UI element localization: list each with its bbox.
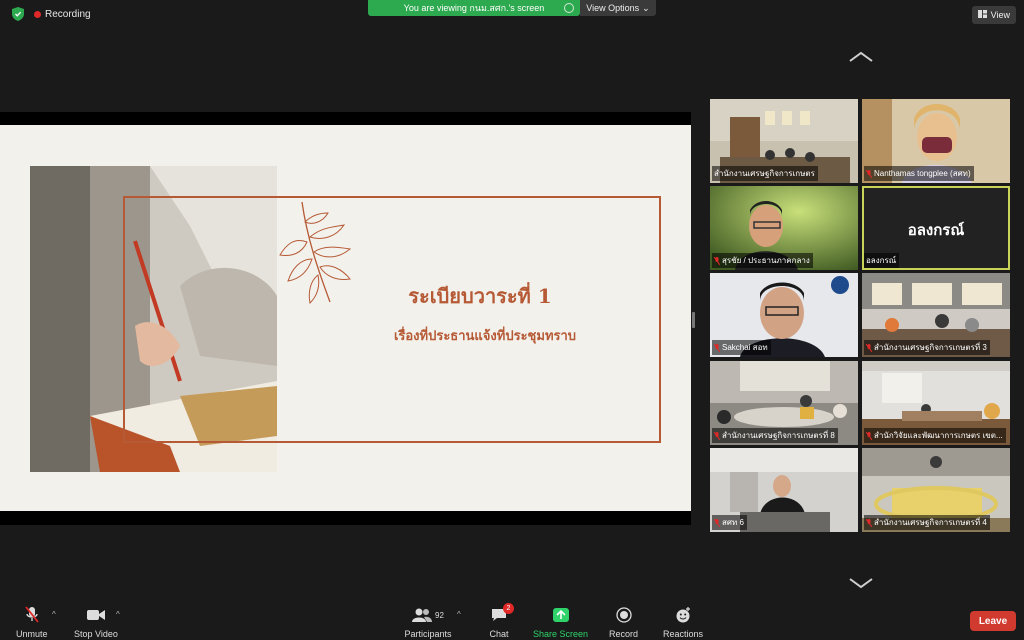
screen-share-status-icon [564,3,574,13]
participant-name-label: อลงกรณ์ [864,253,900,268]
chat-label: Chat [489,629,509,639]
participants-button[interactable]: 92 Participants [404,606,452,639]
reactions-smiley-icon [672,606,694,624]
zoom-meeting-window: Recording You are viewing กนม.สศก.'s scr… [0,0,1024,640]
audio-options-chevron-icon[interactable]: ^ [52,610,56,619]
reactions-label: Reactions [663,629,704,639]
mic-muted-icon [866,518,872,527]
participant-name-label: Sakchai สอท [712,340,771,355]
mic-muted-icon [866,431,872,440]
participants-options-chevron-icon[interactable]: ^ [457,610,461,619]
microphone-muted-icon [21,606,43,624]
grid-view-icon [977,10,987,20]
share-screen-button[interactable]: Share Screen [533,606,588,639]
recording-label: Recording [45,8,91,20]
chevron-down-icon: ⌄ [642,2,650,13]
slide-title: ระเบียบวาระที่ 1 [408,284,552,308]
participant-tile[interactable]: Sakchai สอท [710,273,858,357]
leave-button[interactable]: Leave [970,611,1016,631]
mic-muted-icon [714,343,720,352]
slide-subtitle: เรื่องที่ประธานแจ้งที่ประชุมทราบ [393,329,577,344]
participants-icon: 92 [404,606,452,624]
participant-tile-active-speaker[interactable]: อลงกรณ์ อลงกรณ์ [862,186,1010,270]
gallery-scroll-down-icon[interactable] [848,576,874,590]
participant-name-label: สำนักงานเศรษฐกิจการเกษตรที่ 8 [712,428,838,443]
participant-name-label: สำนักงานเศรษฐกิจการเกษตรที่ 4 [864,515,990,530]
participant-display-name: อลงกรณ์ [907,222,965,239]
participant-tile[interactable]: สศท 6 [710,448,858,532]
mic-muted-icon [714,518,720,527]
chat-bubble-icon: 2 [488,603,514,624]
view-options-label: View Options [586,3,640,13]
mic-muted-icon [866,169,872,178]
view-label: View [990,10,1010,20]
participant-tile[interactable]: สำนักวิจัยและพัฒนาการเกษตร เขต... [862,361,1010,445]
participant-tile[interactable]: สำนักงานเศรษฐกิจการเกษตร [710,99,858,183]
participant-name-label: Nanthamas tongplee (สศท) [864,166,974,181]
video-camera-icon [85,606,107,624]
chat-button[interactable]: 2 Chat [488,603,514,639]
share-screen-icon [550,606,572,624]
participant-tile[interactable]: Nanthamas tongplee (สศท) [862,99,1010,183]
viewing-banner: You are viewing กนม.สศก.'s screen [368,0,580,16]
recording-dot-icon [34,10,41,18]
participant-tile[interactable]: สำนักงานเศรษฐกิจการเกษตรที่ 8 [710,361,858,445]
shared-screen[interactable]: ระเบียบวาระที่ 1 เรื่องที่ประธานแจ้งที่ป… [0,112,691,525]
participant-name-label: สำนักงานเศรษฐกิจการเกษตร [712,166,818,181]
participants-count: 92 [435,610,444,620]
recording-status: Recording [10,6,91,22]
view-button[interactable]: View [971,6,1016,24]
stop-video-button[interactable]: Stop Video [74,606,118,639]
participant-name-label: สำนักงานเศรษฐกิจการเกษตรที่ 3 [864,340,990,355]
splitter-handle[interactable] [692,312,695,328]
record-button[interactable]: Record [609,606,638,639]
leaf-decoration-icon [279,201,352,305]
security-shield-icon[interactable] [10,6,26,22]
mic-muted-icon [714,431,720,440]
participant-tile[interactable]: สำนักงานเศรษฐกิจการเกษตรที่ 4 [862,448,1010,532]
presentation-slide: ระเบียบวาระที่ 1 เรื่องที่ประธานแจ้งที่ป… [0,125,691,511]
reactions-button[interactable]: Reactions [663,606,703,639]
mic-muted-icon [866,343,872,352]
record-label: Record [609,629,639,639]
participant-name-label: สุรชัย / ประธานภาคกลาง [712,253,813,268]
participant-tile[interactable]: สุรชัย / ประธานภาคกลาง [710,186,858,270]
view-options-button[interactable]: View Options ⌄ [580,0,656,16]
unmute-label: Unmute [16,629,48,639]
chat-unread-badge: 2 [503,603,514,614]
stop-video-label: Stop Video [74,629,118,639]
participant-name-label: สศท 6 [712,515,747,530]
unmute-button[interactable]: Unmute [16,606,48,639]
participant-tile[interactable]: สำนักงานเศรษฐกิจการเกษตรที่ 3 [862,273,1010,357]
record-icon [613,606,635,624]
share-screen-label: Share Screen [533,629,589,639]
meeting-toolbar: Unmute ^ Stop Video ^ 92 Participants ^ … [0,602,1024,640]
video-options-chevron-icon[interactable]: ^ [116,610,120,619]
recording-indicator[interactable]: Recording [34,9,91,20]
participants-label: Participants [404,629,452,639]
gallery-scroll-up-icon[interactable] [848,50,874,64]
slide-frame [123,196,661,443]
participant-name-label: สำนักวิจัยและพัฒนาการเกษตร เขต... [864,428,1006,443]
viewing-banner-text: You are viewing กนม.สศก.'s screen [403,3,545,13]
mic-muted-icon [714,256,720,265]
